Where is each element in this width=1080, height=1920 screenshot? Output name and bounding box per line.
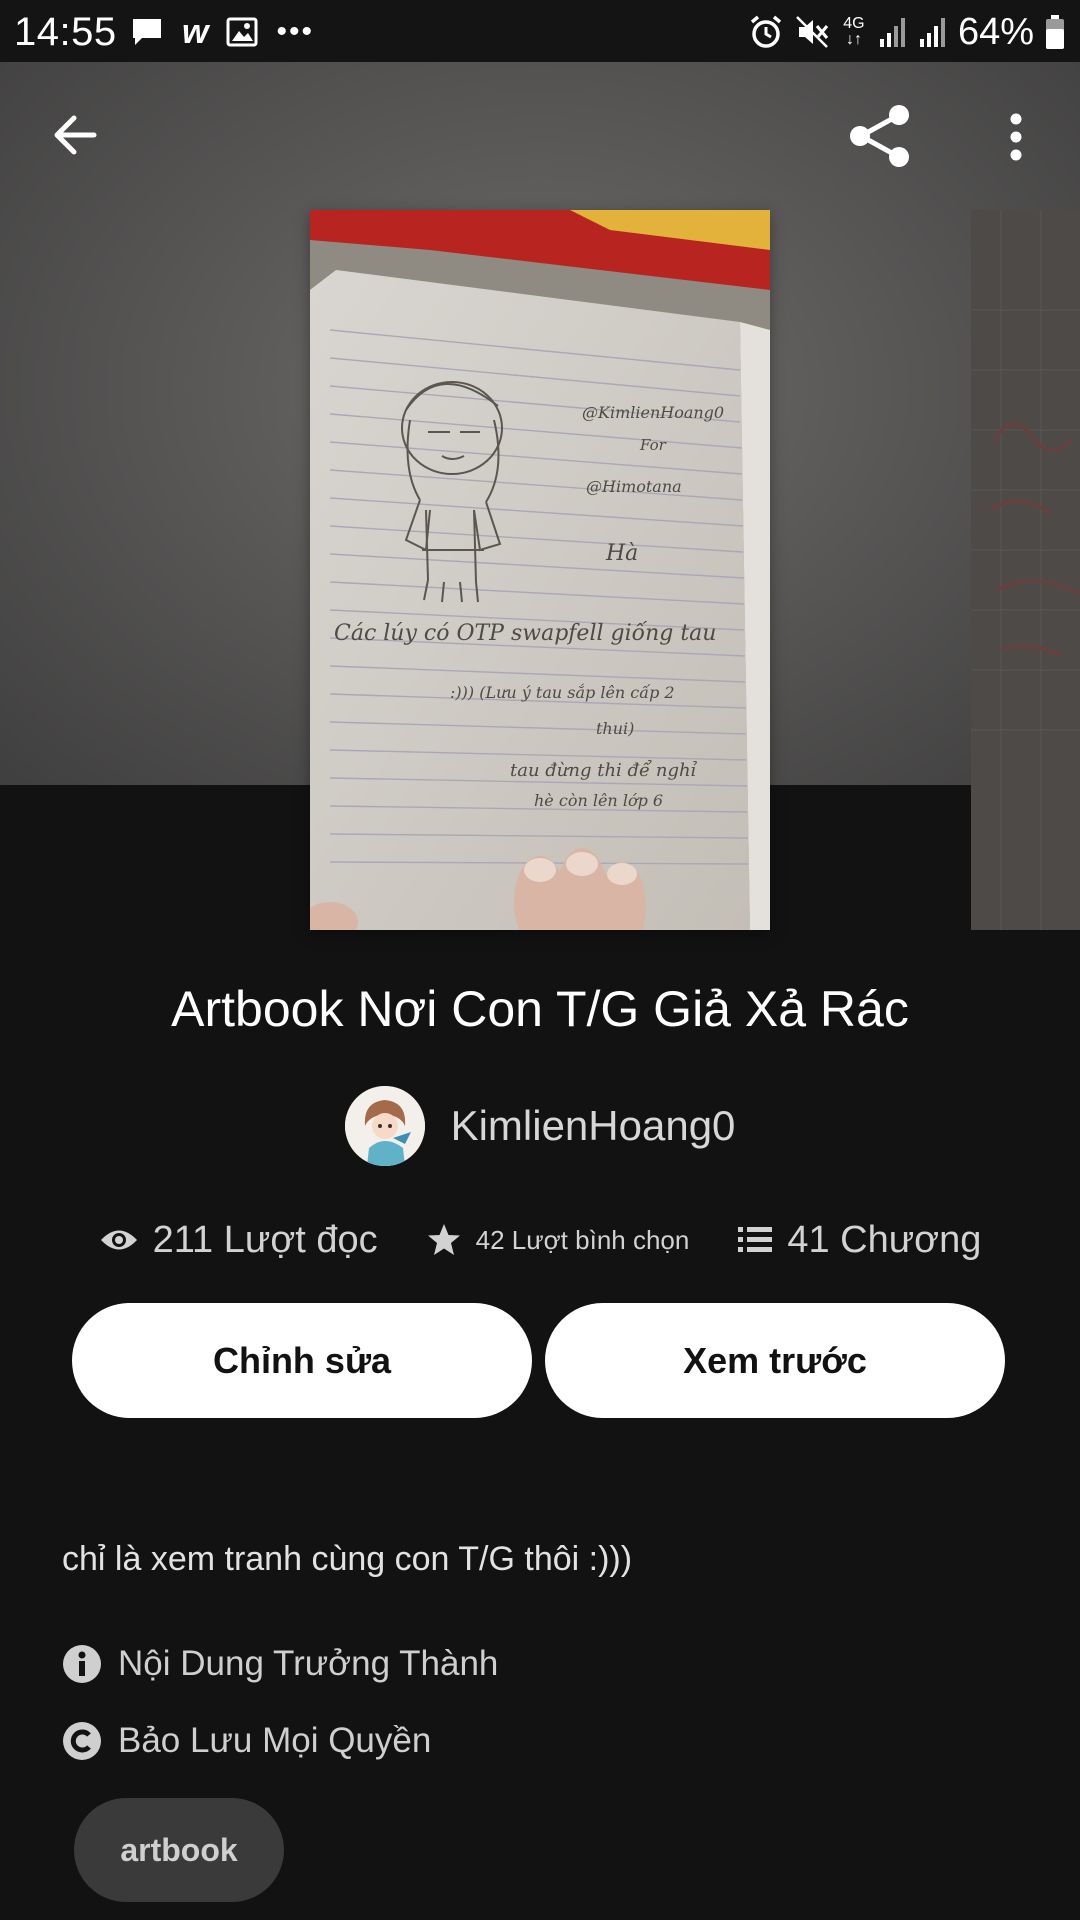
- cover-recipient-text: @Himotana: [586, 477, 682, 496]
- next-cover-image: [971, 210, 1080, 930]
- reads-count: 211 Lượt đọc: [152, 1218, 378, 1261]
- wattpad-w-icon: w: [182, 13, 209, 51]
- story-description: chỉ là xem tranh cùng con T/G thôi :))): [62, 1540, 633, 1578]
- cover-note-line-1: Các lúy có OTP swapfell giống tau: [334, 620, 716, 646]
- stat-parts: 41 Chương: [737, 1219, 981, 1262]
- info-icon: [63, 1645, 101, 1683]
- next-story-cover[interactable]: [971, 210, 1080, 930]
- tag-chip-artbook[interactable]: artbook: [74, 1798, 284, 1902]
- copyright-icon: [63, 1722, 101, 1760]
- votes-count: 42 Lượt bình chọn: [475, 1224, 690, 1255]
- cover-note-line-5: hè còn lên lớp 6: [534, 791, 663, 810]
- edit-button[interactable]: Chỉnh sửa: [72, 1303, 532, 1418]
- more-vertical-icon: [1010, 113, 1022, 161]
- cover-for-text: For: [639, 436, 667, 454]
- more-dots-icon: •••: [276, 15, 314, 48]
- star-icon: [427, 1224, 460, 1255]
- stat-votes: 42 Lượt bình chọn: [426, 1222, 690, 1258]
- cover-note-line-2: :))) (Lưu ý tau sắp lên cấp 2: [450, 683, 675, 702]
- share-icon: [850, 105, 909, 167]
- arrow-left-icon: [54, 115, 97, 155]
- mature-content-row: Nội Dung Trưởng Thành: [62, 1642, 498, 1686]
- gallery-icon: [226, 17, 258, 47]
- author-row[interactable]: KimlienHoang0: [0, 1086, 1080, 1166]
- author-avatar[interactable]: [344, 1086, 425, 1166]
- eye-icon: [100, 1230, 137, 1250]
- parts-count: 41 Chương: [787, 1218, 982, 1261]
- preview-button[interactable]: Xem trước: [545, 1303, 1005, 1418]
- signal-icon-2: [919, 18, 945, 47]
- more-options-button[interactable]: [990, 104, 1042, 170]
- author-name[interactable]: KimlienHoang0: [451, 1102, 736, 1150]
- battery-icon: [1046, 15, 1064, 49]
- cover-handle-text: @KimlienHoang0: [582, 403, 724, 422]
- battery-percent: 64%: [957, 10, 1034, 53]
- status-right-icons: 4G ↓↑ 64%: [748, 10, 1066, 54]
- message-icon: [133, 19, 161, 45]
- share-button[interactable]: [840, 98, 920, 174]
- cover-note-line-4: tau đừng thi để nghỉ: [510, 759, 698, 781]
- list-icon: [738, 1227, 773, 1252]
- mature-content-label: Nội Dung Trưởng Thành: [118, 1644, 499, 1683]
- status-bar: 14:55 w ••• 4G ↓↑ 64%: [0, 0, 1080, 62]
- cover-signature-text: Hà: [605, 541, 638, 566]
- mute-icon: [796, 16, 829, 48]
- signal-icon: [879, 18, 905, 47]
- story-title: Artbook Nơi Con T/G Giả Xả Rác: [171, 981, 909, 1037]
- status-notification-icons: w •••: [130, 12, 314, 52]
- stat-reads: 211 Lượt đọc: [99, 1219, 378, 1262]
- copyright-label: Bảo Lưu Mọi Quyền: [118, 1721, 432, 1760]
- story-cover[interactable]: @KimlienHoang0 For @Himotana Hà Các lúy …: [310, 210, 770, 930]
- cover-sketch-image: @KimlienHoang0 For @Himotana Hà Các lúy …: [310, 210, 770, 930]
- back-button[interactable]: [40, 100, 110, 170]
- network-indicator: 4G ↓↑: [843, 15, 865, 48]
- alarm-icon: [750, 15, 782, 48]
- avatar-image: [344, 1086, 425, 1166]
- story-stats: 211 Lượt đọc 42 Lượt bình chọn 41 Chương: [0, 1210, 1080, 1270]
- copyright-row: Bảo Lưu Mọi Quyền: [62, 1719, 431, 1763]
- cover-note-line-3: thui): [596, 719, 634, 738]
- status-time: 14:55: [14, 10, 117, 54]
